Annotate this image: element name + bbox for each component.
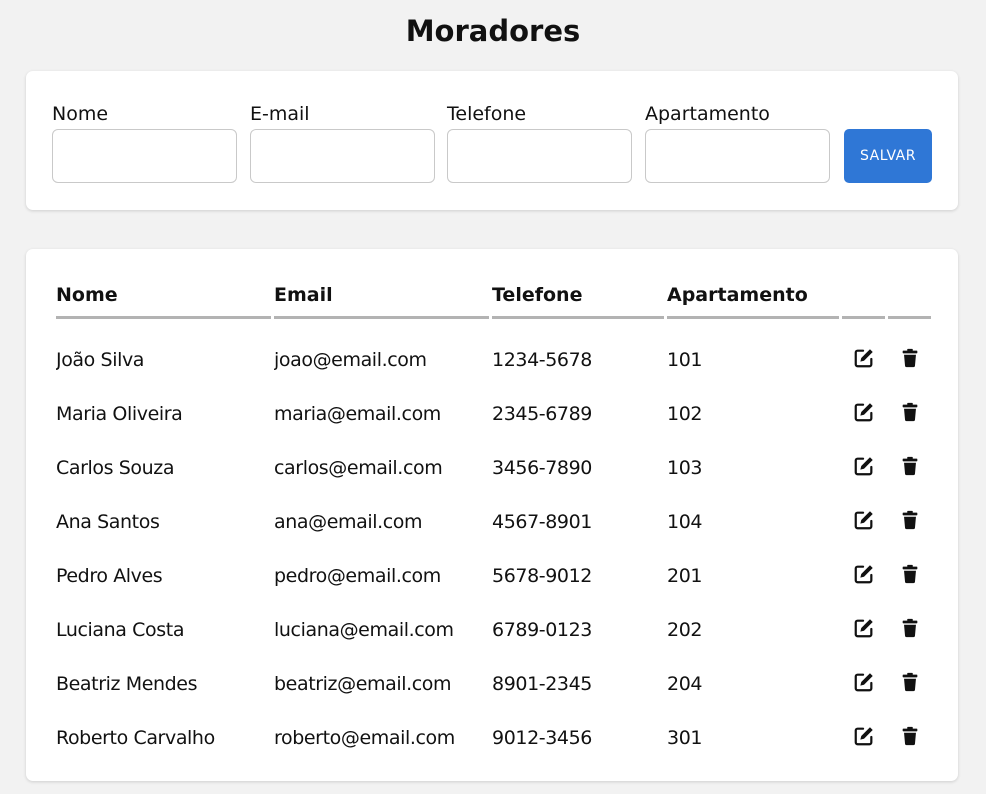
cell-email: beatriz@email.com	[274, 673, 452, 695]
table-row: Ana Santos ana@email.com 4567-8901 104	[56, 495, 931, 549]
header-delete-column	[888, 273, 931, 319]
cell-nome: Maria Oliveira	[56, 403, 183, 425]
edit-icon[interactable]	[853, 347, 875, 369]
cell-nome: Carlos Souza	[56, 457, 175, 479]
edit-icon[interactable]	[853, 509, 875, 531]
edit-cell	[842, 495, 885, 549]
trash-icon[interactable]	[899, 509, 921, 531]
phone-label: Telefone	[447, 103, 527, 125]
edit-cell	[842, 657, 885, 711]
table-row: João Silva joao@email.com 1234-5678 101	[56, 319, 931, 387]
cell-telefone: 2345-6789	[492, 403, 592, 425]
cell-nome: Pedro Alves	[56, 565, 163, 587]
cell-email: ana@email.com	[274, 511, 423, 533]
cell-nome: João Silva	[56, 349, 145, 371]
cell-email: carlos@email.com	[274, 457, 443, 479]
table-row: Maria Oliveira maria@email.com 2345-6789…	[56, 387, 931, 441]
cell-telefone: 8901-2345	[492, 673, 592, 695]
apartment-input[interactable]	[645, 129, 830, 183]
cell-apartamento: 301	[667, 727, 703, 749]
delete-cell	[888, 319, 931, 387]
cell-nome: Roberto Carvalho	[56, 727, 215, 749]
trash-icon[interactable]	[899, 617, 921, 639]
edit-cell	[842, 441, 885, 495]
residents-table-card: Nome Email Telefone Apartamento João Sil…	[26, 249, 958, 781]
trash-icon[interactable]	[899, 671, 921, 693]
table-row: Roberto Carvalho roberto@email.com 9012-…	[56, 711, 931, 765]
cell-apartamento: 104	[667, 511, 703, 533]
header-edit-column	[842, 273, 885, 319]
save-button[interactable]: SALVAR	[844, 129, 932, 183]
delete-cell	[888, 441, 931, 495]
name-label: Nome	[52, 103, 109, 125]
edit-cell	[842, 711, 885, 765]
cell-telefone: 4567-8901	[492, 511, 592, 533]
phone-field: Telefone	[447, 101, 632, 183]
delete-cell	[888, 387, 931, 441]
edit-cell	[842, 387, 885, 441]
table-row: Beatriz Mendes beatriz@email.com 8901-23…	[56, 657, 931, 711]
cell-email: roberto@email.com	[274, 727, 455, 749]
delete-cell	[888, 495, 931, 549]
cell-apartamento: 204	[667, 673, 703, 695]
edit-cell	[842, 319, 885, 387]
edit-cell	[842, 603, 885, 657]
delete-cell	[888, 711, 931, 765]
cell-telefone: 5678-9012	[492, 565, 592, 587]
cell-nome: Luciana Costa	[56, 619, 185, 641]
cell-apartamento: 103	[667, 457, 703, 479]
header-nome: Nome	[56, 273, 271, 319]
edit-icon[interactable]	[853, 401, 875, 423]
resident-form: Nome E-mail Telefone Apartamento SALVAR	[26, 71, 958, 210]
table-row: Pedro Alves pedro@email.com 5678-9012 20…	[56, 549, 931, 603]
table-row: Luciana Costa luciana@email.com 6789-012…	[56, 603, 931, 657]
table-header-row: Nome Email Telefone Apartamento	[56, 273, 931, 319]
cell-apartamento: 101	[667, 349, 703, 371]
phone-input[interactable]	[447, 129, 632, 183]
header-email: Email	[274, 273, 489, 319]
delete-cell	[888, 603, 931, 657]
delete-cell	[888, 549, 931, 603]
name-field: Nome	[52, 101, 237, 183]
trash-icon[interactable]	[899, 725, 921, 747]
trash-icon[interactable]	[899, 455, 921, 477]
cell-telefone: 9012-3456	[492, 727, 592, 749]
header-telefone: Telefone	[492, 273, 664, 319]
edit-icon[interactable]	[853, 617, 875, 639]
table-row: Carlos Souza carlos@email.com 3456-7890 …	[56, 441, 931, 495]
trash-icon[interactable]	[899, 347, 921, 369]
edit-cell	[842, 549, 885, 603]
cell-apartamento: 201	[667, 565, 703, 587]
cell-nome: Beatriz Mendes	[56, 673, 198, 695]
apartment-field: Apartamento	[645, 101, 830, 183]
name-input[interactable]	[52, 129, 237, 183]
cell-nome: Ana Santos	[56, 511, 160, 533]
cell-email: maria@email.com	[274, 403, 441, 425]
edit-icon[interactable]	[853, 455, 875, 477]
delete-cell	[888, 657, 931, 711]
edit-icon[interactable]	[853, 725, 875, 747]
residents-table: Nome Email Telefone Apartamento João Sil…	[53, 273, 934, 765]
apartment-label: Apartamento	[645, 103, 770, 125]
cell-telefone: 3456-7890	[492, 457, 592, 479]
page-title: Moradores	[405, 14, 581, 48]
cell-email: pedro@email.com	[274, 565, 441, 587]
trash-icon[interactable]	[899, 563, 921, 585]
email-label: E-mail	[250, 103, 310, 125]
edit-icon[interactable]	[853, 563, 875, 585]
cell-email: joao@email.com	[274, 349, 427, 371]
header-apartamento: Apartamento	[667, 273, 839, 319]
cell-telefone: 1234-5678	[492, 349, 592, 371]
trash-icon[interactable]	[899, 401, 921, 423]
email-field: E-mail	[250, 101, 435, 183]
cell-apartamento: 102	[667, 403, 703, 425]
edit-icon[interactable]	[853, 671, 875, 693]
email-input[interactable]	[250, 129, 435, 183]
cell-email: luciana@email.com	[274, 619, 454, 641]
cell-telefone: 6789-0123	[492, 619, 592, 641]
cell-apartamento: 202	[667, 619, 703, 641]
